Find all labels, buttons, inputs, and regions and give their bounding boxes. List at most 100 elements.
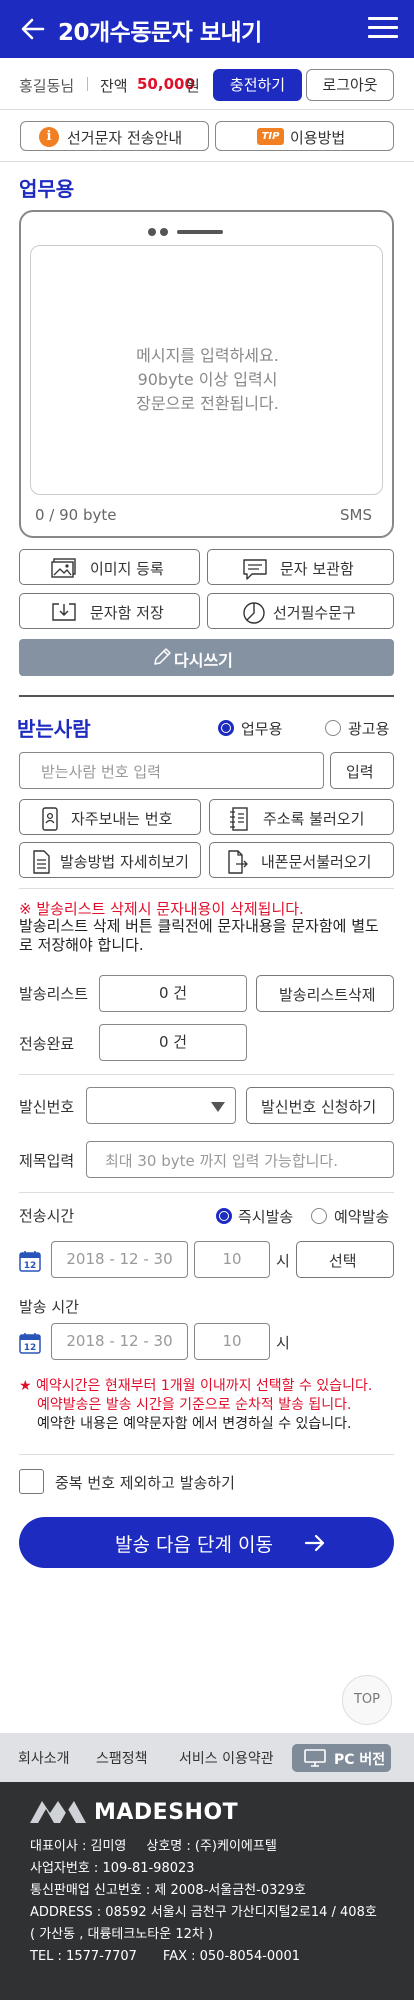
speaker-bar <box>177 230 223 234</box>
election-guide-label: 선거문자 전송안내 <box>67 129 183 147</box>
usage-guide-button[interactable]: TIP 이용방법 <box>215 121 394 151</box>
send-hour-input[interactable]: 10 <box>194 1323 270 1360</box>
notice-line: 예약발송은 발송 시간을 기준으로 순차적 발송 됩니다. <box>37 1397 352 1413</box>
user-bar: 홍길동님 잔액 50,000 원 충전하기 로그아웃 <box>0 58 414 110</box>
radio-immediate[interactable] <box>216 1208 232 1224</box>
placeholder-line: 장문으로 전환됩니다. <box>136 394 279 413</box>
reservation-date-input[interactable]: 2018 - 12 - 30 <box>51 1241 188 1278</box>
send-date-input[interactable]: 2018 - 12 - 30 <box>51 1323 188 1360</box>
radio-reserved-label: 예약발송 <box>334 1208 390 1226</box>
placeholder-line: 메시지를 입력하세요. <box>136 346 279 365</box>
pc-version-label: PC 버전 <box>334 1752 386 1768</box>
phone-frame: 메시지를 입력하세요. 90byte 이상 입력시 장문으로 전환됩니다. 0 … <box>19 210 394 538</box>
calendar-day: 12 <box>24 1261 37 1271</box>
message-storage-button[interactable]: 문자 보관함 <box>207 549 394 585</box>
scroll-top-button[interactable]: TOP <box>342 1675 392 1725</box>
sent-complete-count: 0 건 <box>99 1024 247 1061</box>
radio-business[interactable] <box>218 720 234 736</box>
delete-send-list-label: 발송리스트삭제 <box>279 986 376 1004</box>
phone-contact-icon <box>42 807 58 831</box>
divider <box>87 77 88 91</box>
image-upload-label: 이미지 등록 <box>90 560 164 578</box>
calendar-icon[interactable]: 12 <box>19 1332 41 1354</box>
subject-input[interactable]: 최대 30 byte 까지 입력 가능합니다. <box>86 1141 394 1178</box>
compose-title: 업무용 <box>19 177 75 201</box>
notice-line: 예약한 내용은 예약문자함 에서 변경하실 수 있습니다. <box>37 1416 352 1432</box>
delete-warning: ※ 발송리스트 삭제시 문자내용이 삭제됩니다. <box>19 900 304 918</box>
fax-info: FAX : 050-8054-0001 <box>162 1949 300 1964</box>
send-method-detail-button[interactable]: 발송방법 자세히보기 <box>19 842 201 878</box>
image-upload-button[interactable]: 이미지 등록 <box>19 549 200 585</box>
reservation-hour-input[interactable]: 10 <box>194 1241 270 1278</box>
subject-placeholder: 최대 30 byte 까지 입력 가능합니다. <box>105 1152 339 1170</box>
save-message-label: 문자함 저장 <box>90 604 164 622</box>
balance-label: 잔액 <box>100 77 128 95</box>
radio-ad[interactable] <box>325 720 341 736</box>
address-book-label: 주소록 불러오기 <box>263 810 365 828</box>
hour-unit: 시 <box>276 1334 290 1352</box>
reservation-notice: ★ 예약시간은 현재부터 1개월 이내까지 선택할 수 있습니다. 예약발송은 … <box>19 1377 404 1434</box>
usage-guide-label: 이용방법 <box>290 129 346 147</box>
phone-documents-label: 내폰문서불러오기 <box>261 853 372 871</box>
rewrite-button[interactable]: 다시쓰기 <box>19 639 394 676</box>
company-name-info: 상호명 : (주)케이에프텔 <box>146 1839 277 1854</box>
app-header: 20개수동문자 보내기 <box>0 0 414 58</box>
next-step-button[interactable]: 발송 다음 단계 이동 <box>19 1517 394 1568</box>
address-info: ADDRESS : 08592 서울시 금천구 가산디지털2로14 / 408호 <box>30 1905 377 1920</box>
message-storage-label: 문자 보관함 <box>280 560 354 578</box>
address-detail-info: ( 가산동 , 대륭테크노타운 12차 ) <box>30 1927 214 1942</box>
radio-immediate-label: 즉시발송 <box>238 1208 294 1226</box>
address-book-icon <box>230 807 248 831</box>
spam-policy-link[interactable]: 스팸정책 <box>96 1748 148 1768</box>
sender-number-label: 발신번호 <box>19 1098 75 1116</box>
recipient-number-placeholder: 받는사람 번호 입력 <box>41 763 161 781</box>
info-icon: i <box>39 127 59 147</box>
divider <box>0 161 414 162</box>
sent-complete-label: 전송완료 <box>19 1035 75 1053</box>
rewrite-label: 다시쓰기 <box>174 651 233 670</box>
send-list-label: 발송리스트 <box>19 985 89 1003</box>
radio-ad-label: 광고용 <box>348 720 390 738</box>
sender-number-apply-button[interactable]: 발신번호 신청하기 <box>246 1087 394 1124</box>
message-textarea[interactable]: 메시지를 입력하세요. 90byte 이상 입력시 장문으로 전환됩니다. <box>30 245 383 495</box>
address-book-button[interactable]: 주소록 불러오기 <box>209 799 394 835</box>
pencil-icon <box>154 648 171 665</box>
select-time-button[interactable]: 선택 <box>296 1241 394 1278</box>
election-phrase-button[interactable]: 선거필수문구 <box>207 593 394 629</box>
section-divider <box>19 695 394 697</box>
file-export-icon <box>228 850 248 874</box>
enter-number-button[interactable]: 입력 <box>330 752 394 789</box>
camera-dot <box>160 228 168 236</box>
terms-link[interactable]: 서비스 이용약관 <box>179 1748 274 1768</box>
delete-warning-detail: 발송리스트 삭제 버튼 클릭전에 문자내용을 문자함에 별도로 저장해야 합니다… <box>19 917 379 954</box>
calendar-icon[interactable]: 12 <box>19 1250 41 1272</box>
delete-send-list-button[interactable]: 발송리스트삭제 <box>256 975 394 1012</box>
message-type: SMS <box>340 506 372 524</box>
company-link[interactable]: 회사소개 <box>18 1748 70 1768</box>
phone-documents-button[interactable]: 내폰문서불러오기 <box>209 842 394 878</box>
sender-number-select[interactable] <box>86 1087 236 1124</box>
message-placeholder: 메시지를 입력하세요. 90byte 이상 입력시 장문으로 전환됩니다. <box>31 344 384 416</box>
charge-button[interactable]: 충전하기 <box>213 69 302 101</box>
divider <box>19 1074 394 1075</box>
document-icon <box>33 850 50 874</box>
radio-reserved[interactable] <box>311 1208 327 1224</box>
pc-version-button[interactable]: PC 버전 <box>292 1744 391 1772</box>
sender-number-apply-label: 발신번호 신청하기 <box>261 1098 377 1116</box>
logout-button[interactable]: 로그아웃 <box>306 69 394 101</box>
page-title: 20개수동문자 보내기 <box>58 20 262 46</box>
frequent-numbers-button[interactable]: 자주보내는 번호 <box>19 799 201 835</box>
tip-badge-icon: TIP <box>257 128 284 145</box>
dedupe-checkbox[interactable] <box>19 1469 44 1494</box>
save-message-button[interactable]: 문자함 저장 <box>19 593 200 629</box>
hamburger-icon[interactable] <box>368 17 398 41</box>
divider <box>19 888 394 889</box>
election-guide-button[interactable]: i 선거문자 전송안내 <box>20 121 209 151</box>
business-number-info: 사업자번호 : 109-81-98023 <box>30 1861 195 1876</box>
chevron-down-icon <box>211 1102 225 1112</box>
election-phrase-label: 선거필수문구 <box>273 604 356 622</box>
arrow-left-icon[interactable] <box>18 14 48 44</box>
recipient-number-input[interactable]: 받는사람 번호 입력 <box>19 752 324 789</box>
user-name: 홍길동님 <box>19 77 75 95</box>
dedupe-label: 중복 번호 제외하고 발송하기 <box>55 1474 235 1492</box>
